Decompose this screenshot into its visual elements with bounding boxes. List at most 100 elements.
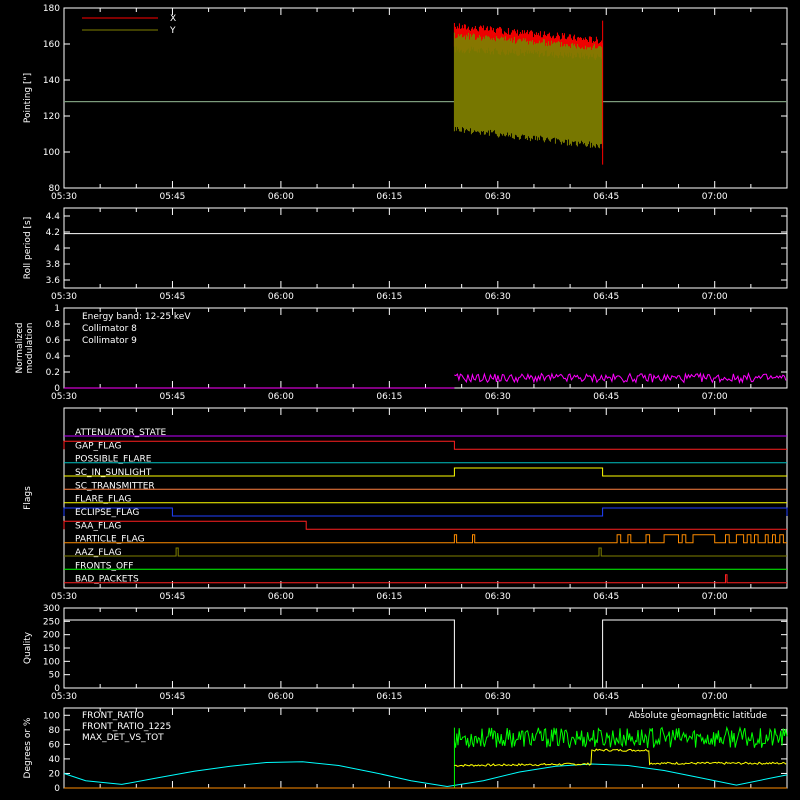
x-tick-label: 07:00 [702,692,728,702]
y-tick-label: 0.4 [46,352,61,362]
y-tick-label: 20 [49,769,61,779]
y-axis-label: Roll period [s] [23,217,33,279]
flag-label: SAA_FLAG [75,521,121,531]
y-tick-label: 250 [43,617,60,627]
plot-frame [63,407,788,589]
y-tick-label: 3.6 [46,276,61,286]
plot-frame [63,207,788,289]
front-ratio-line [454,748,787,767]
x-tick-label: 05:45 [159,292,185,302]
flag-line [63,507,788,517]
x-tick-label: 06:30 [485,592,511,602]
panel-5: 05010015020025030005:30 05:45 06:00 06:15 06… [23,604,788,702]
flag-line [63,520,787,530]
x-tick-label: 06:45 [593,592,619,602]
y-tick-label: 200 [43,631,60,641]
y-axis-label: Quality [23,631,33,664]
x-tick-label: 06:30 [485,692,511,702]
flag-line [63,440,787,450]
y-axis-label: Pointing ["] [23,73,33,123]
y-tick-label: 0.6 [46,336,61,346]
panel-2: 3.6 3.8 4 4.2 4.4 05:30 05:45 06:00 06:15 06:30 06… [23,207,788,302]
x-tick-label: 06:45 [593,692,619,702]
y-tick-label: 180 [43,4,60,14]
flag-line [64,547,787,557]
y-tick-label: 4 [54,244,60,254]
x-tick-label: 07:00 [702,192,728,202]
x-tick-label: 06:15 [376,192,402,202]
y-tick-label: 0.2 [46,368,60,378]
y-tick-label: 4.2 [46,228,60,238]
legend-label: FRONT_RATIO_1225 [82,722,171,732]
y-tick-label: 0 [54,784,60,794]
x-tick-label: 06:00 [268,292,294,302]
flag-label: GAP_FLAG [75,441,121,451]
y-tick-label: 160 [43,40,60,50]
y-tick-label: 140 [43,76,60,86]
y-tick-label: 50 [49,671,61,681]
x-tick-label: 06:30 [485,392,511,402]
y-tick-label: 0.8 [46,320,61,330]
x-tick-label: 07:00 [702,592,728,602]
x-tick-label: 06:15 [376,392,402,402]
legend-label: MAX_DET_VS_TOT [82,733,164,743]
x-tick-label: 05:45 [159,692,185,702]
y-tick-label: 3.8 [46,260,61,270]
x-tick-label: 05:45 [159,392,185,402]
y-axis-label: Flags [23,486,33,510]
x-tick-label: 05:30 [51,292,77,302]
flag-label: FRONTS_OFF [75,561,133,571]
flag-label: ECLIPSE_FLAG [75,508,139,518]
modulation-annotation: Collimator 9 [82,336,137,346]
panel-3: 00.20.40.60.8105:30 05:45 06:00 06:15 06:30 0… [15,304,788,402]
panel-4: 05:30 05:45 06:00 06:15 06:30 06:45 07:00 Flags… [23,407,788,602]
x-tick-label: 06:15 [376,292,402,302]
panel-6: 0 20 40 60 80 100 Degrees or % FRONT_RATIOFRONT… [23,707,788,794]
y-tick-label: 100 [43,657,60,667]
x-tick-label: 05:30 [51,392,77,402]
flag-label: SC_TRANSMITTER [75,481,155,491]
x-tick-label: 06:15 [376,592,402,602]
y-tick-label: 1 [54,304,60,314]
quicklook-figure: 8010012014016018005:30 05:45 06:00 06:15 06:… [15,4,788,794]
front-ratio-1225-line [453,725,788,749]
flag-line [64,534,787,544]
y-tick-label: 300 [43,604,60,614]
x-tick-label: 06:00 [268,192,294,202]
flag-line [64,467,787,477]
x-tick-label: 06:45 [593,192,619,202]
x-tick-label: 05:30 [51,592,77,602]
x-tick-label: 06:15 [376,692,402,702]
y-tick-label: 150 [43,644,60,654]
y-tick-label: 100 [43,711,60,721]
x-tick-label: 07:00 [702,392,728,402]
x-tick-label: 06:30 [485,292,511,302]
x-tick-label: 05:45 [159,592,185,602]
legend-label: FRONT_RATIO [82,711,144,721]
x-tick-label: 06:00 [268,692,294,702]
x-tick-label: 05:30 [51,192,77,202]
x-tick-label: 06:00 [268,592,294,602]
x-tick-label: 05:45 [159,192,185,202]
panel-1: 8010012014016018005:30 05:45 06:00 06:15 06:… [23,4,788,202]
y-tick-label: 100 [43,148,60,158]
y-axis-label: modulation [25,323,35,374]
x-tick-label: 06:00 [268,392,294,402]
x-tick-label: 06:30 [485,192,511,202]
legend-label: Absolute geomagnetic latitude [628,711,767,721]
y-tick-label: 40 [49,755,61,765]
x-tick-label: 05:30 [51,692,77,702]
x-tick-label: 07:00 [702,292,728,302]
y-axis-label: Degrees or % [23,717,33,778]
y-tick-label: 80 [49,726,61,736]
modulation-annotation: Collimator 8 [82,324,137,334]
legend-label: X [170,14,176,24]
quality-line [64,619,787,689]
y-tick-label: 4.4 [46,212,61,222]
modulation-collimator-9 [454,371,787,384]
x-tick-label: 06:45 [593,392,619,402]
y-axis-label: Normalized [15,322,25,373]
modulation-annotation: Energy band: 12-25 keV [82,312,191,322]
legend-label: Y [169,26,176,36]
y-tick-label: 120 [43,112,60,122]
